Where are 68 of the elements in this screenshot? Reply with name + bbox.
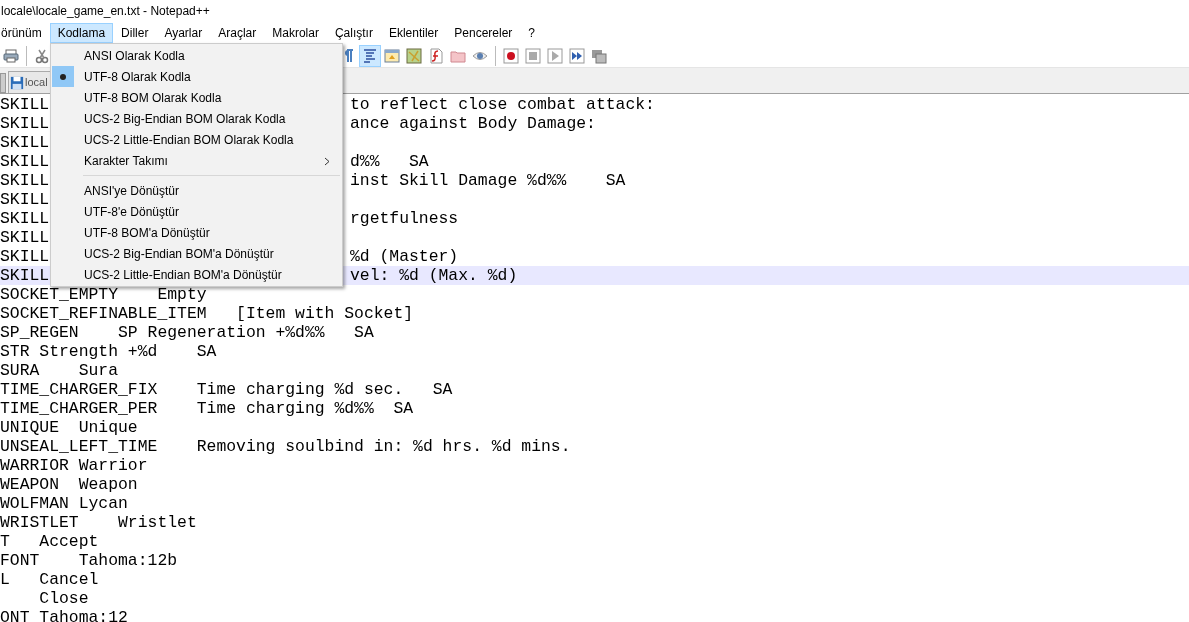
- code-line: T Accept: [0, 532, 99, 551]
- print-icon: [3, 47, 19, 64]
- code-line: SOCKET_EMPTY Empty: [0, 285, 207, 304]
- code-line: SKILL: [0, 152, 50, 171]
- code-line: Close: [38, 589, 89, 608]
- menu-item[interactable]: Diller: [113, 23, 157, 43]
- stop-icon: [525, 47, 541, 64]
- menu-item[interactable]: Makrolar: [264, 23, 327, 43]
- code-line: WEAPON Weapon: [0, 475, 138, 494]
- code-line: d%% SA: [350, 152, 429, 171]
- menu-option[interactable]: UTF-8 BOM'a Dönüştür: [51, 222, 342, 243]
- record-icon: [503, 47, 519, 64]
- play-icon: [547, 47, 563, 64]
- code-line: UNSEAL_LEFT_TIME Removing soulbind in: %d hrs. %d mins.: [0, 437, 571, 456]
- code-line: SKILL: [0, 247, 50, 266]
- macro-list-icon: [591, 47, 607, 64]
- code-line: SKILL: [0, 190, 50, 209]
- code-line: SKILL: [0, 95, 50, 114]
- code-line: to reflect close combat attack:: [350, 95, 655, 114]
- word-wrap-icon: [362, 47, 378, 64]
- code-line: SKILL: [0, 114, 50, 133]
- code-line: FONT Tahoma:12b: [0, 551, 178, 570]
- code-line: SURA Sura: [0, 361, 119, 380]
- menu-option[interactable]: UCS-2 Big-Endian BOM'a Dönüştür: [51, 243, 342, 264]
- menu-item[interactable]: Çalıştır: [326, 23, 381, 43]
- document-map-icon: [406, 47, 422, 64]
- code-line: TIME_CHARGER_PER Time charging %d%% SA: [0, 399, 414, 418]
- scissors-icon: [34, 47, 50, 64]
- menu-option[interactable]: UTF-8'e Dönüştür: [51, 201, 342, 222]
- menu-option[interactable]: Karakter Takımı: [51, 150, 342, 171]
- menu-item[interactable]: Ayarlar: [156, 23, 211, 43]
- fast-forward-icon: [569, 47, 585, 64]
- code-line: SKILL: [0, 266, 50, 285]
- code-line: %d (Master): [350, 247, 459, 266]
- menu-item[interactable]: Araçlar: [210, 23, 265, 43]
- code-line: ONT Tahoma:12: [0, 608, 128, 622]
- window-title: locale\locale_game_en.txt - Notepad++: [0, 3, 210, 20]
- code-line: WRISTLET Wristlet: [0, 513, 197, 532]
- code-line: SKILL: [0, 133, 50, 152]
- code-line: SKILL: [0, 209, 50, 228]
- menu-item[interactable]: Pencereler: [446, 23, 521, 43]
- code-line: WOLFMAN Lycan: [0, 494, 128, 513]
- code-line: rgetfulness: [350, 209, 459, 228]
- menu-option[interactable]: UCS-2 Little-Endian BOM'a Dönüştür: [51, 264, 342, 285]
- menu-option[interactable]: UCS-2 Big-Endian BOM Olarak Kodla: [51, 108, 342, 129]
- function-document-icon: [428, 47, 444, 64]
- code-line: SP_REGEN SP Regeneration +%d%% SA: [0, 323, 374, 342]
- code-line: TIME_CHARGER_FIX Time charging %d sec. SA: [0, 380, 453, 399]
- menu-option[interactable]: ANSI'ye Dönüştür: [51, 180, 342, 201]
- code-line: L Cancel: [0, 570, 99, 589]
- code-line: vel: %d (Max. %d): [350, 266, 518, 285]
- submenu-chevron-icon: [324, 157, 330, 166]
- code-line: UNIQUE Unique: [0, 418, 138, 437]
- code-line: SKILL: [0, 171, 50, 190]
- menu-item[interactable]: örünüm: [0, 23, 50, 43]
- menu-item[interactable]: ?: [520, 23, 543, 43]
- menu-option[interactable]: ANSI Olarak Kodla: [51, 45, 342, 66]
- code-line: WARRIOR Warrior: [0, 456, 148, 475]
- code-line: SKILL: [0, 228, 50, 247]
- code-line: SOCKET_REFINABLE_ITEM [Item with Socket]: [0, 304, 414, 323]
- menu-option[interactable]: UCS-2 Little-Endian BOM Olarak Kodla: [51, 129, 342, 150]
- toolbar-button[interactable]: [359, 44, 381, 67]
- menu-item[interactable]: Kodlama: [49, 23, 114, 43]
- code-line: ance against Body Damage:: [350, 114, 596, 133]
- menu-item[interactable]: Eklentiler: [380, 23, 447, 43]
- code-line: STR Strength +%d SA: [0, 342, 217, 361]
- code-line: inst Skill Damage %d%% SA: [350, 171, 626, 190]
- window-panel-icon: [384, 47, 400, 64]
